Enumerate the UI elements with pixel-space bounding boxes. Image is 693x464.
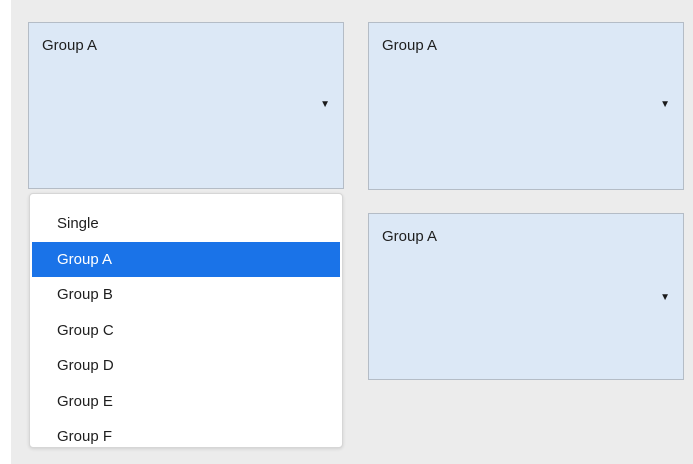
dropdown-option-label: Group B (57, 286, 113, 303)
dropdown-option-group-b[interactable]: Group B (30, 277, 342, 313)
combo-box-right-top[interactable]: Group A ▼ (368, 22, 684, 190)
triangle-down-icon: ▼ (660, 292, 670, 303)
dropdown-option-label: Group E (57, 392, 113, 410)
combo-box-right-bottom[interactable]: Group A ▼ (368, 213, 684, 380)
combo-box-left-value: Group A (42, 37, 98, 54)
dropdown-option-label: Group F (57, 428, 113, 445)
dropdown-popup: Single Group A Group B Group C Group D G… (29, 193, 343, 448)
triangle-down-icon: ▼ (660, 99, 670, 110)
dropdown-option-label: Group C (57, 321, 114, 339)
dropdown-option-group-e[interactable]: Group E (30, 384, 342, 420)
dropdown-option-label: Group D (57, 357, 114, 374)
dropdown-option-group-c[interactable]: Group C (30, 313, 342, 349)
combo-box-right-bottom-value: Group A (382, 228, 438, 245)
dropdown-option-label: Group A (57, 250, 113, 268)
dropdown-option-group-f[interactable]: Group F (30, 419, 342, 447)
dropdown-option-list: Single Group A Group B Group C Group D G… (30, 206, 342, 447)
triangle-down-icon: ▼ (320, 99, 330, 110)
dropdown-option-group-a[interactable]: Group A (32, 241, 340, 277)
combo-box-left[interactable]: Group A ▼ (28, 22, 344, 189)
dropdown-option-label: Single (57, 215, 99, 232)
combo-box-right-top-value: Group A (382, 37, 438, 54)
dropdown-option-single[interactable]: Single (30, 206, 342, 242)
dropdown-option-group-d[interactable]: Group D (30, 348, 342, 384)
